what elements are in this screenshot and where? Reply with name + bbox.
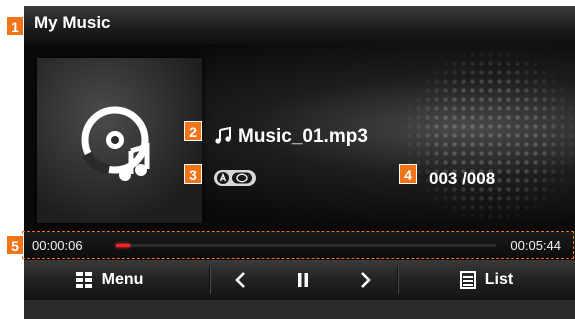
previous-icon <box>235 272 245 288</box>
music-player-screen: My Music Music_01.mp3 003 /008 00:00:06 … <box>24 6 575 319</box>
music-disc-icon <box>81 106 150 181</box>
callout-5-badge: 5 <box>6 235 24 255</box>
menu-button[interactable]: Menu <box>24 260 194 300</box>
previous-button[interactable] <box>210 260 272 300</box>
callout-5-outline <box>22 231 574 259</box>
list-icon <box>459 271 476 289</box>
music-note-icon <box>215 126 231 144</box>
next-icon <box>361 272 371 288</box>
menu-button-label: Menu <box>101 271 144 288</box>
page-title: My Music <box>34 13 111 32</box>
bottom-strip <box>24 300 575 319</box>
album-art <box>37 58 202 223</box>
title-bar: My Music <box>24 6 575 44</box>
control-bar: Menu List <box>24 260 575 300</box>
list-button-label: List <box>484 271 514 288</box>
callout-4-badge: 4 <box>399 164 417 184</box>
callout-2-badge: 2 <box>184 121 202 141</box>
play-mode-icon <box>217 172 252 184</box>
track-name: Music_01.mp3 <box>238 126 368 147</box>
track-counter: 003 /008 <box>429 169 496 188</box>
now-playing-panel: Music_01.mp3 003 /008 <box>24 44 575 230</box>
speaker-graphic <box>396 50 575 220</box>
callout-1-badge: 1 <box>6 16 24 36</box>
list-button[interactable]: List <box>398 260 575 300</box>
next-button[interactable] <box>334 260 396 300</box>
pause-button[interactable] <box>272 260 334 300</box>
callout-3-badge: 3 <box>184 164 202 184</box>
track-title: Music_01.mp3 <box>214 126 368 148</box>
menu-grid-icon <box>75 272 92 288</box>
play-mode-badge <box>214 170 256 186</box>
pause-icon <box>298 273 308 287</box>
